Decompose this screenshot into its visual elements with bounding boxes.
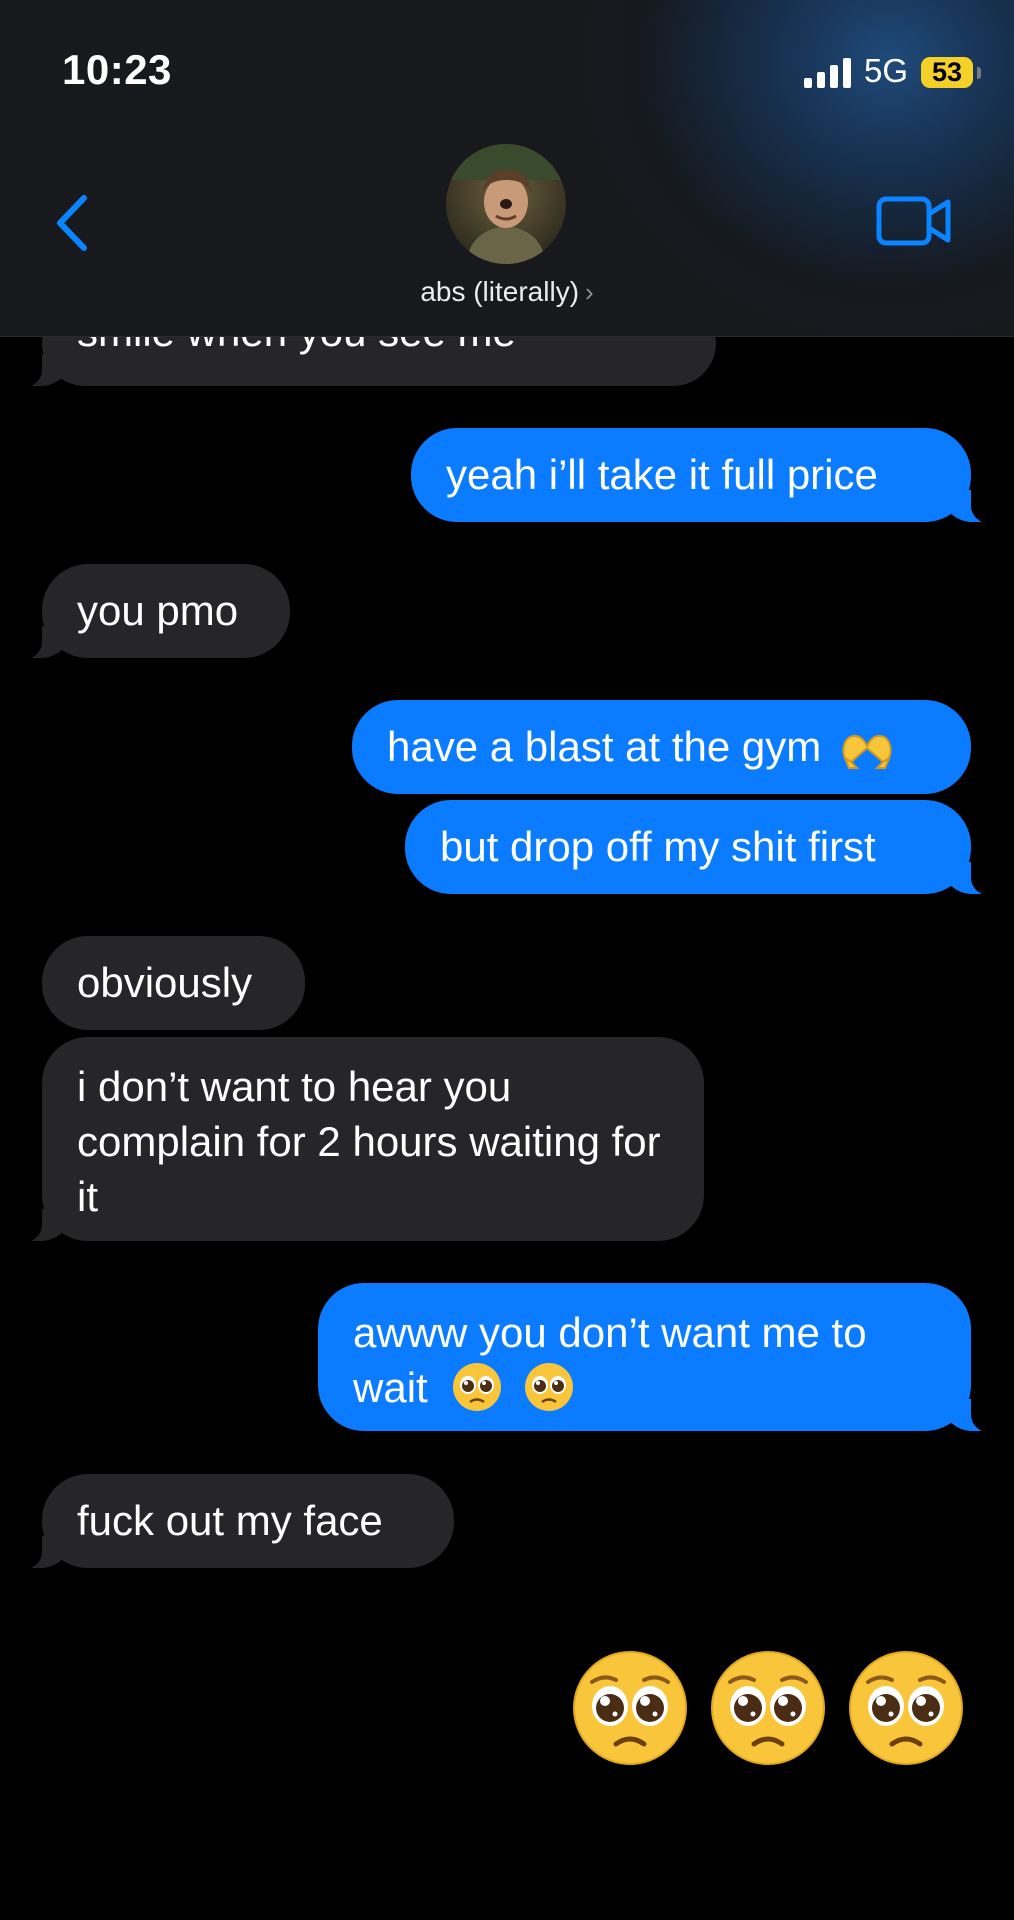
message-bubble-incoming[interactable]: i don’t want to hear you complain for 2 …: [10, 1037, 704, 1243]
message-text: awww you don’t want me to wait: [353, 1309, 867, 1411]
message-bubble-outgoing[interactable]: have a blast at the gym: [352, 700, 971, 794]
battery-cap: [977, 67, 981, 79]
pleading-face-emoji-icon[interactable]: [570, 1648, 690, 1768]
message-text: obviously: [77, 959, 253, 1006]
pleading-face-emoji-icon: [525, 1362, 574, 1411]
message-bubble-outgoing[interactable]: awww you don’t want me to wait: [318, 1283, 1003, 1433]
message-text: i don’t want to hear you complain for 2 …: [77, 1063, 661, 1220]
chevron-left-icon[interactable]: [52, 194, 92, 252]
message-text: fuck out my face: [77, 1497, 383, 1544]
battery-level: 53: [931, 57, 963, 87]
message-text: yeah i’ll take it full price: [446, 451, 878, 498]
message-text: you pmo: [77, 587, 239, 634]
message-bubble-incoming[interactable]: you pmo: [10, 564, 290, 660]
message-bubble-outgoing[interactable]: yeah i’ll take it full price: [411, 428, 1003, 524]
status-time: 10:23: [62, 46, 172, 93]
contact-name-button[interactable]: abs (literally) ›: [0, 276, 1014, 308]
battery-icon: 53: [921, 57, 973, 88]
pleading-face-emoji-icon[interactable]: [846, 1648, 966, 1768]
heart-hands-emoji-icon: [842, 734, 892, 769]
message-bubble-outgoing[interactable]: but drop off my shit first: [405, 800, 1003, 896]
message-text: but drop off my shit first: [440, 823, 876, 870]
message-bubble-incoming[interactable]: obviously: [42, 936, 305, 1030]
network-type: 5G: [864, 52, 909, 89]
message-bubble-incoming[interactable]: fuck out my face: [10, 1474, 454, 1570]
contact-name: abs (literally): [420, 276, 580, 307]
pleading-face-emoji-icon: [453, 1362, 502, 1411]
contact-avatar[interactable]: [446, 144, 566, 264]
conversation-header: 10:23 5G 53 abs (literally) ›: [0, 0, 1014, 337]
message-text: have a blast at the gym: [387, 723, 822, 770]
pleading-face-emoji-icon[interactable]: [708, 1648, 828, 1768]
video-camera-icon[interactable]: [876, 196, 952, 246]
avatar-image: [446, 144, 566, 264]
chevron-right-icon: ›: [585, 277, 594, 307]
cellular-signal-icon: [804, 58, 851, 88]
